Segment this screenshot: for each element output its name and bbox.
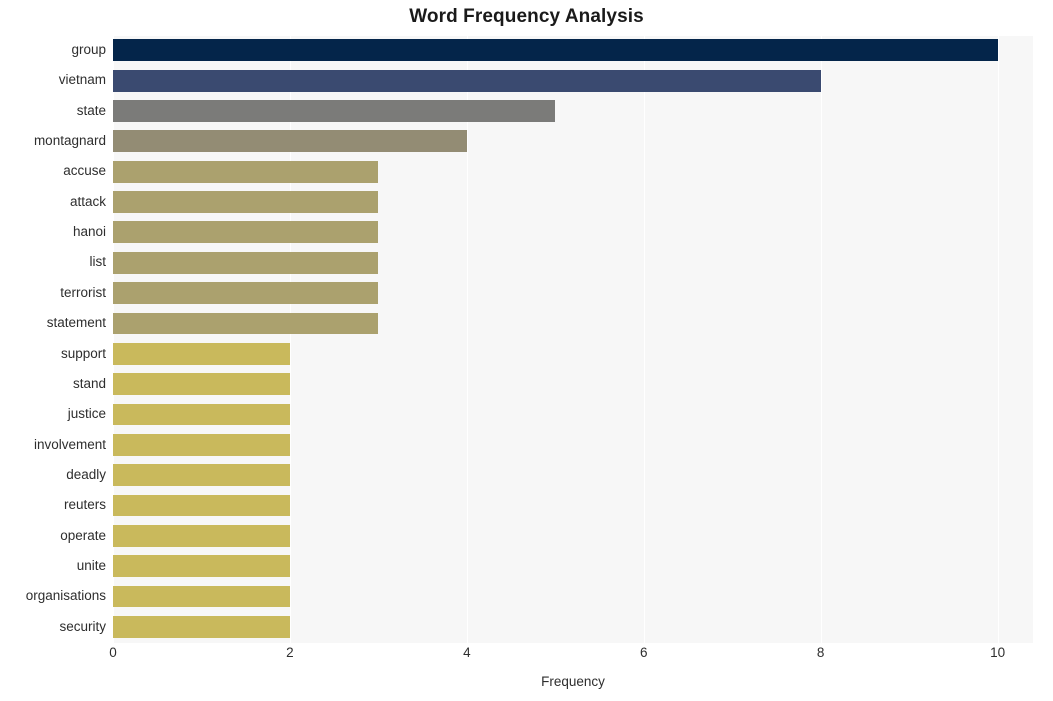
y-tick-label-support: support [60,345,106,361]
y-tick-label-group: group [71,42,106,57]
x-axis-ticks: 0 2 4 6 8 10 [109,645,1033,667]
y-tick-label-justice: justice [67,406,106,422]
bar-row [113,188,1033,217]
bar-montagnard [113,130,467,153]
bar-row [113,36,1033,65]
bar-deadly [113,464,290,487]
y-tick-label-accuse: accuse [63,163,106,179]
bar-vietnam [113,69,821,92]
bar-row [113,340,1033,369]
y-tick-label-montagnard: montagnard [33,133,106,149]
bar-row [113,248,1033,277]
y-tick-label-security: security [59,618,106,634]
y-tick-label-involvement: involvement [33,436,106,452]
y-tick-label-list: list [89,254,107,270]
bar-unite [113,555,290,578]
bar-row [113,522,1033,551]
x-tick-label-8: 8 [816,645,825,660]
chart-title: Word Frequency Analysis [409,6,644,27]
y-tick-label-vietnam: vietnam [58,72,106,88]
bar-row [113,370,1033,399]
bar-support [113,342,290,365]
x-axis-title: Frequency [541,674,605,689]
y-tick-label-statement: statement [46,315,106,331]
bar-row [113,431,1033,460]
bar-attack [113,191,379,213]
bar-terrorist [113,282,379,304]
bar-row [113,613,1033,642]
bar-row [113,309,1033,338]
y-tick-label-operate: operate [60,527,106,543]
bar-hanoi [113,221,379,244]
bar-stand [113,373,290,396]
x-tick-label-4: 4 [463,645,471,660]
x-tick-label-0: 0 [109,645,117,660]
y-tick-label-hanoi: hanoi [72,224,106,240]
bar-row [113,127,1033,156]
bar-involvement [113,433,290,456]
bar-justice [113,403,290,426]
bar-row [113,400,1033,429]
y-tick-label-deadly: deadly [66,466,106,482]
bar-reuters [113,494,290,517]
bar-row [113,218,1033,247]
bar-row [113,279,1033,308]
bar-row [113,157,1033,186]
y-tick-label-reuters: reuters [63,497,106,513]
bar-operate [113,524,290,547]
bar-row [113,582,1033,611]
bar-row [113,461,1033,490]
y-tick-label-terrorist: terrorist [60,284,106,300]
x-tick-label-2: 2 [286,645,294,660]
y-tick-label-state: state [76,102,106,118]
bar-security [113,616,290,638]
y-axis-labels: group vietnam state montagnard accuse attack h… [0,36,106,643]
bars-layer [113,36,1033,643]
bar-row [113,97,1033,126]
bar-row [113,66,1033,95]
x-tick-label-6: 6 [640,645,648,660]
y-tick-label-attack: attack [69,193,106,209]
bar-list [113,251,379,274]
y-tick-label-unite: unite [76,557,106,573]
bar-statement [113,312,379,335]
y-tick-label-organisations: organisations [25,588,106,604]
y-tick-label-stand: stand [72,375,106,391]
bar-row [113,491,1033,520]
bar-row [113,552,1033,581]
bar-accuse [113,160,379,183]
x-tick-label-10: 10 [990,645,1006,660]
bar-organisations [113,585,290,608]
bar-group [113,39,998,62]
word-frequency-chart: Word Frequency Analysis group vietnam stat… [0,0,1053,701]
bar-state [113,100,556,122]
